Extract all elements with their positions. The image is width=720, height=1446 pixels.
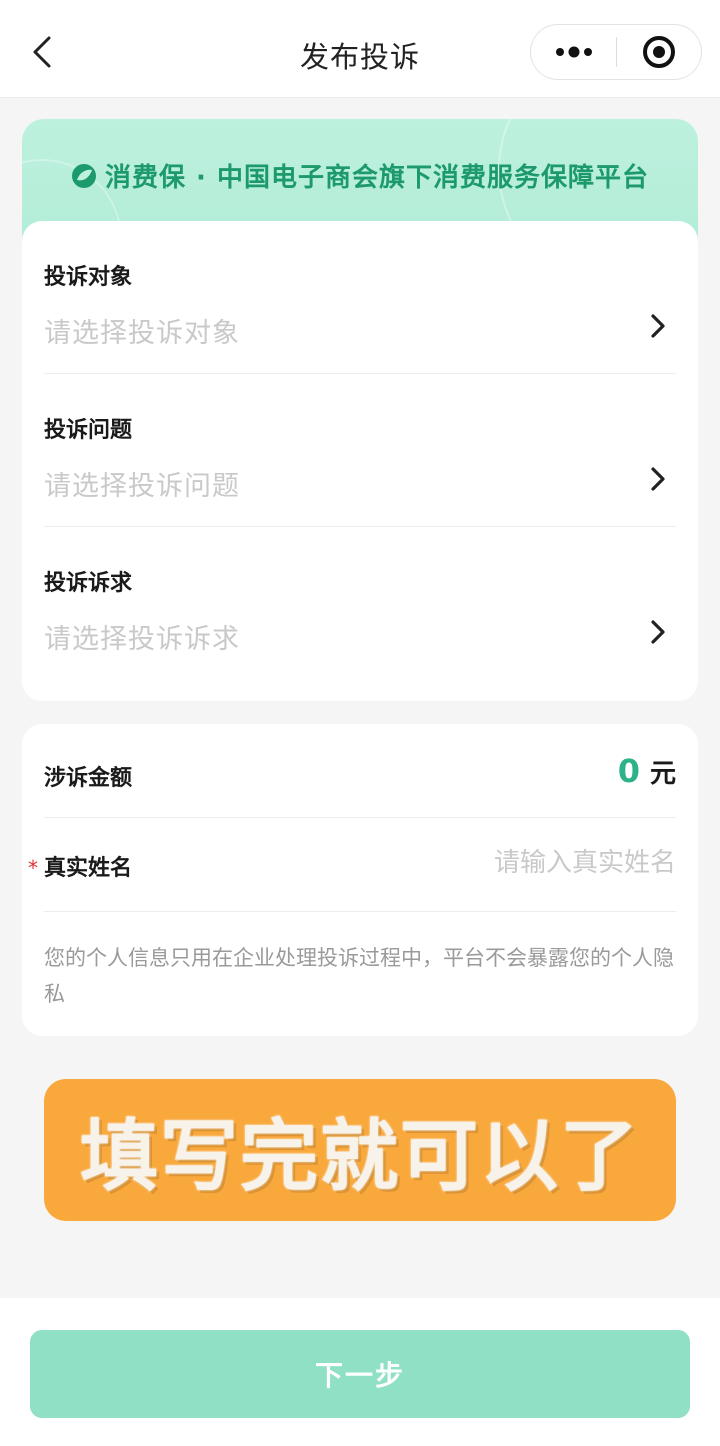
complaint-target-row[interactable]: 投诉对象 请选择投诉对象 [44, 221, 676, 374]
promo-overlay: 填写完就可以了 [44, 1079, 676, 1221]
complaint-target-label: 投诉对象 [44, 265, 133, 290]
chevron-right-icon [651, 467, 665, 491]
top-nav-bar: 发布投诉 [0, 0, 720, 98]
chevron-right-icon [651, 620, 665, 644]
banner-slogan: 消费保 · 中国电子商会旗下消费服务保障平台 [105, 163, 649, 193]
promo-text: 填写完就可以了 [79, 1112, 640, 1202]
complaint-demand-row[interactable]: 投诉诉求 请选择投诉诉求 [44, 527, 676, 680]
chevron-right-icon [651, 314, 665, 338]
complaint-issue-label: 投诉问题 [44, 418, 133, 443]
amount-value: 0 [617, 752, 640, 790]
complaint-selection-card: 投诉对象 请选择投诉对象 投诉问题 请选择投诉问题 投诉诉求 请选择投诉诉求 [22, 221, 698, 701]
complaint-details-card: 涉诉金额 0 元 * 真实姓名 您的个人信息只用在企业处理投诉过程中，平台不会暴… [22, 724, 698, 1036]
amount-unit: 元 [649, 759, 676, 789]
next-step-button[interactable]: 下一步 [30, 1330, 690, 1418]
complaint-page: 发布投诉 消费保 · 中国电子商会旗下消费服务保障平台 投诉对象 请选择投诉对象… [0, 0, 720, 1446]
complaint-demand-label: 投诉诉求 [44, 571, 133, 596]
target-close-icon [642, 36, 675, 68]
complaint-issue-row[interactable]: 投诉问题 请选择投诉问题 [44, 374, 676, 527]
amount-value-group: 0 元 [618, 752, 676, 790]
more-button[interactable] [531, 25, 616, 79]
real-name-row: * 真实姓名 [28, 818, 676, 911]
amount-row[interactable]: 涉诉金额 0 元 [44, 724, 676, 817]
complaint-demand-placeholder: 请选择投诉诉求 [44, 624, 240, 655]
amount-label: 涉诉金额 [44, 766, 133, 791]
mini-program-capsule [530, 24, 702, 80]
banner-text: 消费保 · 中国电子商会旗下消费服务保障平台 [22, 157, 698, 194]
real-name-label: 真实姓名 [44, 856, 133, 881]
real-name-input[interactable] [316, 842, 676, 884]
privacy-note: 您的个人信息只用在企业处理投诉过程中，平台不会暴露您的个人隐私 [44, 946, 674, 1006]
complaint-issue-placeholder: 请选择投诉问题 [44, 471, 240, 502]
leaf-logo-icon [72, 163, 96, 188]
row-divider [44, 911, 676, 912]
complaint-target-placeholder: 请选择投诉对象 [44, 318, 240, 349]
close-mini-program-button[interactable] [617, 25, 701, 79]
more-dots-icon [555, 46, 592, 58]
bottom-action-bar: 下一步 [0, 1298, 720, 1446]
required-mark: * [28, 856, 38, 880]
